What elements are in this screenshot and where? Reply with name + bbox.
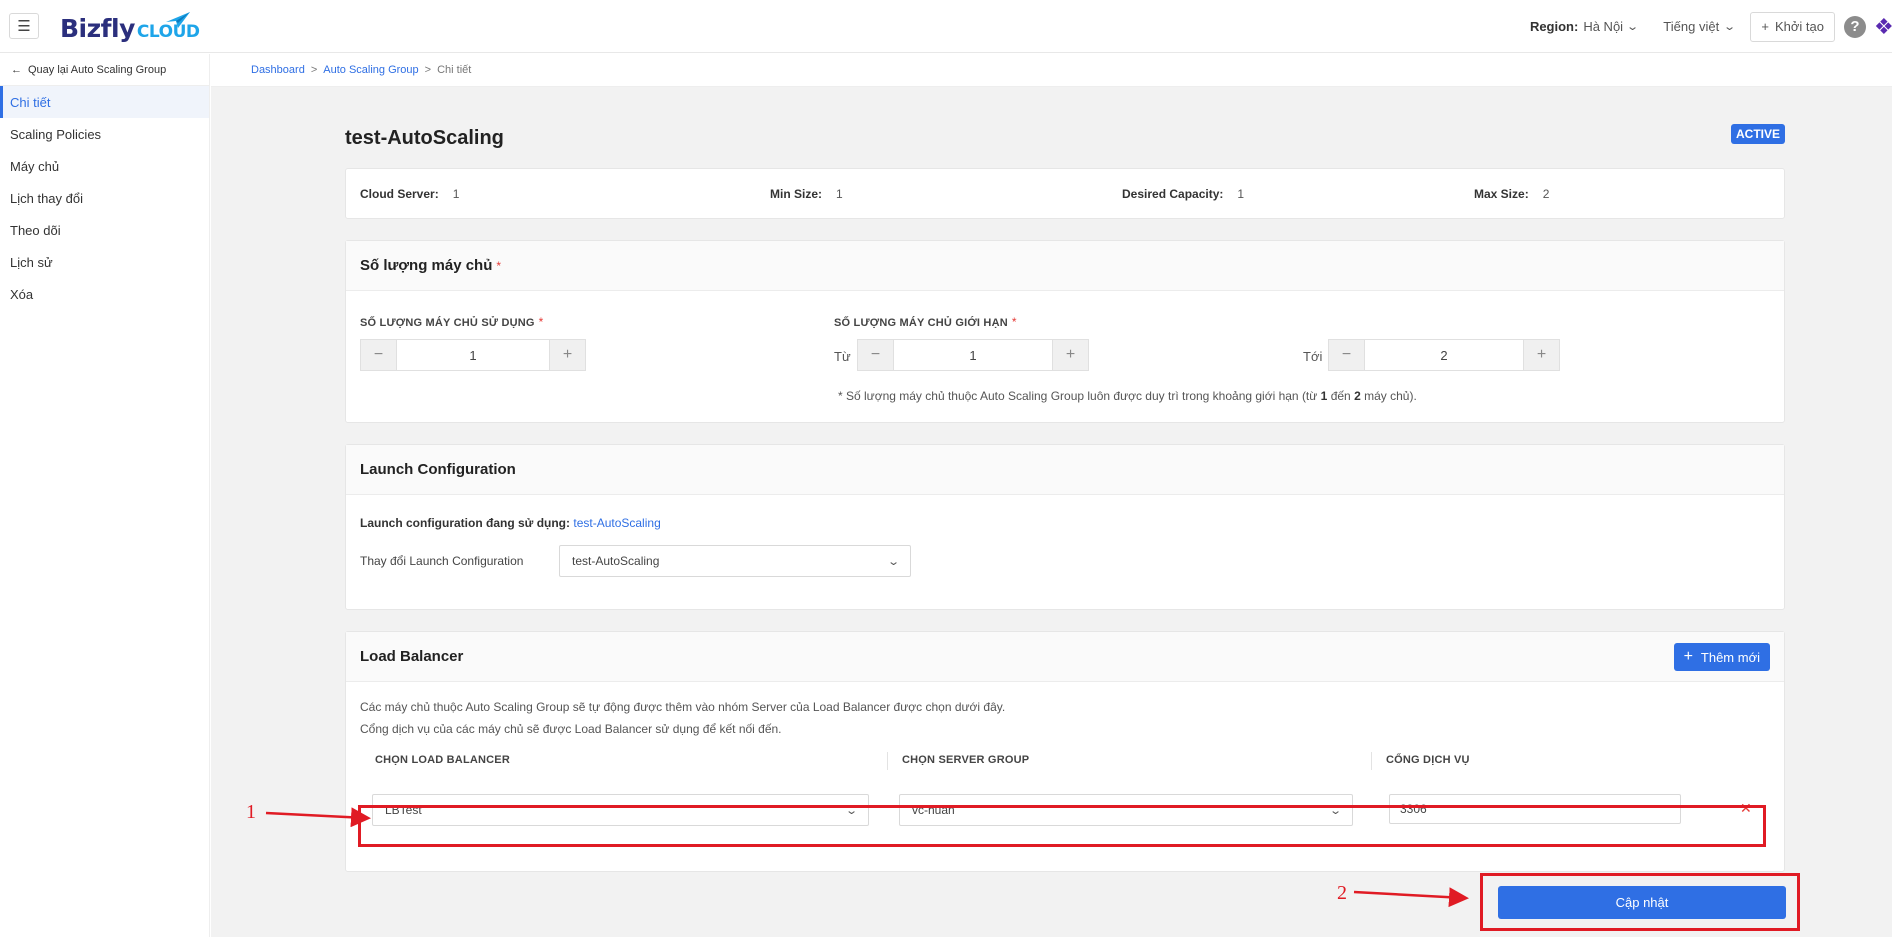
annotation-arrow-2 — [1353, 887, 1469, 908]
annotation-arrows — [265, 807, 1469, 908]
annotation-arrow-1 — [265, 807, 371, 828]
